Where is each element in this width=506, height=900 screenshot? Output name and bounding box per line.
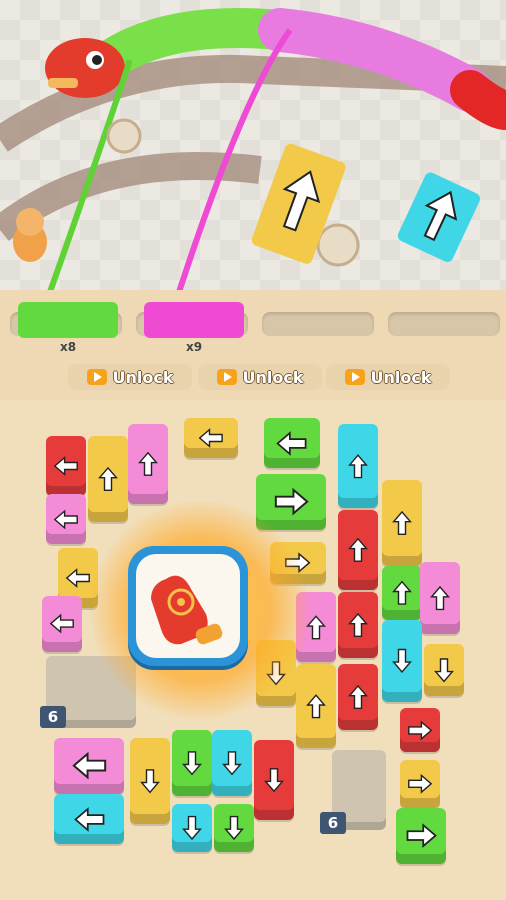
video-ad-icon (344, 369, 365, 385)
arrow-right-icon (408, 720, 433, 740)
cyan-arrow-block-up[interactable] (338, 424, 378, 508)
unlock-button-3[interactable]: Unlock (326, 364, 450, 390)
arrow-up-icon (348, 453, 368, 478)
arrow-left-icon (53, 509, 78, 529)
dragon-body-green (90, 8, 300, 80)
unlock-button-2[interactable]: Unlock (198, 364, 322, 390)
booster-inner (136, 554, 240, 658)
green-arrow-block-up[interactable] (382, 566, 422, 620)
arrow-down-icon (392, 649, 412, 674)
arrow-down-icon (222, 751, 242, 776)
arrow-left-icon (71, 752, 106, 780)
arrow-up-icon (348, 612, 368, 637)
yellow-arrow-block-right[interactable] (400, 760, 440, 808)
cat-icon (13, 208, 47, 262)
arrow-up-icon (348, 684, 368, 709)
arrow-left-icon (49, 614, 74, 634)
cyan-arrow-block-down[interactable] (172, 804, 212, 852)
yellow-arrow-block-left[interactable] (184, 418, 238, 458)
red-arrow-block-left[interactable] (46, 436, 86, 496)
arrow-right-icon (406, 823, 437, 849)
arrow-left-icon (276, 430, 307, 456)
arrow-up-icon (348, 537, 368, 562)
pink-arrow-block-left[interactable] (54, 738, 124, 794)
arrow-left-icon (53, 456, 78, 476)
dragon-body-red (450, 70, 506, 130)
booster-tile[interactable] (128, 546, 248, 666)
dragon-head-icon (45, 38, 125, 98)
green-arrow-block-down[interactable] (172, 730, 212, 796)
pink-arrow-block-left[interactable] (46, 494, 86, 544)
unlock-label: Unlock (112, 367, 174, 387)
red-arrow-block-right[interactable] (400, 708, 440, 752)
glove-target-icon (151, 575, 223, 645)
spool-slot-4-locked (388, 312, 500, 336)
red-arrow-block-up[interactable] (338, 592, 378, 658)
arrow-up-icon (306, 693, 326, 718)
locked-tile-count: 6 (40, 706, 66, 728)
yellow-arrow-block-up[interactable] (296, 664, 336, 748)
pink-arrow-block-up[interactable] (420, 562, 460, 634)
video-ad-icon (216, 369, 237, 385)
unlock-label: Unlock (370, 367, 432, 387)
arrow-down-icon (140, 769, 160, 794)
pink-arrow-block-up[interactable] (128, 424, 168, 504)
unlock-button-1[interactable]: Unlock (68, 364, 192, 390)
red-arrow-block-up[interactable] (338, 664, 378, 730)
yellow-arrow-block-up[interactable] (382, 480, 422, 566)
cyan-arrow-block-down[interactable] (212, 730, 252, 796)
arrow-up-icon (430, 585, 450, 610)
arrow-down-icon (182, 751, 202, 776)
yellow-arrow-block-down[interactable] (130, 738, 170, 824)
spool-slot-3-locked (262, 312, 374, 336)
green-arrow-block-left[interactable] (264, 418, 320, 468)
arrow-up-icon (392, 580, 412, 605)
arrow-down-icon (182, 816, 202, 841)
arrow-left-icon (73, 806, 104, 832)
yarn-coil-icon (106, 118, 142, 154)
red-arrow-block-up[interactable] (338, 510, 378, 590)
pink-spool-count: x9 (186, 340, 203, 354)
arrow-right-icon (274, 488, 309, 516)
game-scene: x8 x9 Unlock Unlock Unlock 6 6 (0, 0, 506, 900)
arrow-up-icon (392, 510, 412, 535)
yarn-coil-icon (316, 223, 360, 267)
green-spool[interactable] (18, 302, 118, 338)
cyan-arrow-block-flying (397, 172, 481, 262)
cyan-arrow-block-left[interactable] (54, 794, 124, 844)
yellow-arrow-block-up[interactable] (88, 436, 128, 522)
arrow-down-icon (224, 816, 244, 841)
locked-tile-count: 6 (320, 812, 346, 834)
pink-spool[interactable] (144, 302, 244, 338)
arrow-up-icon (98, 466, 118, 491)
cyan-arrow-block-down[interactable] (382, 620, 422, 702)
arrow-left-icon (65, 568, 90, 588)
green-spool-count: x8 (60, 340, 77, 354)
arrow-right-icon (408, 774, 433, 794)
arrow-down-icon (264, 768, 284, 793)
green-arrow-block-right[interactable] (396, 808, 446, 864)
arrow-left-icon (198, 428, 223, 448)
green-arrow-block-down[interactable] (214, 804, 254, 852)
scene-art (0, 8, 506, 290)
pink-arrow-block-left[interactable] (42, 596, 82, 652)
yellow-arrow-block-down[interactable] (424, 644, 464, 696)
arrow-up-icon (138, 451, 158, 476)
unlock-label: Unlock (242, 367, 304, 387)
arrow-down-icon (434, 658, 454, 683)
red-arrow-block-down[interactable] (254, 740, 294, 820)
video-ad-icon (86, 369, 107, 385)
